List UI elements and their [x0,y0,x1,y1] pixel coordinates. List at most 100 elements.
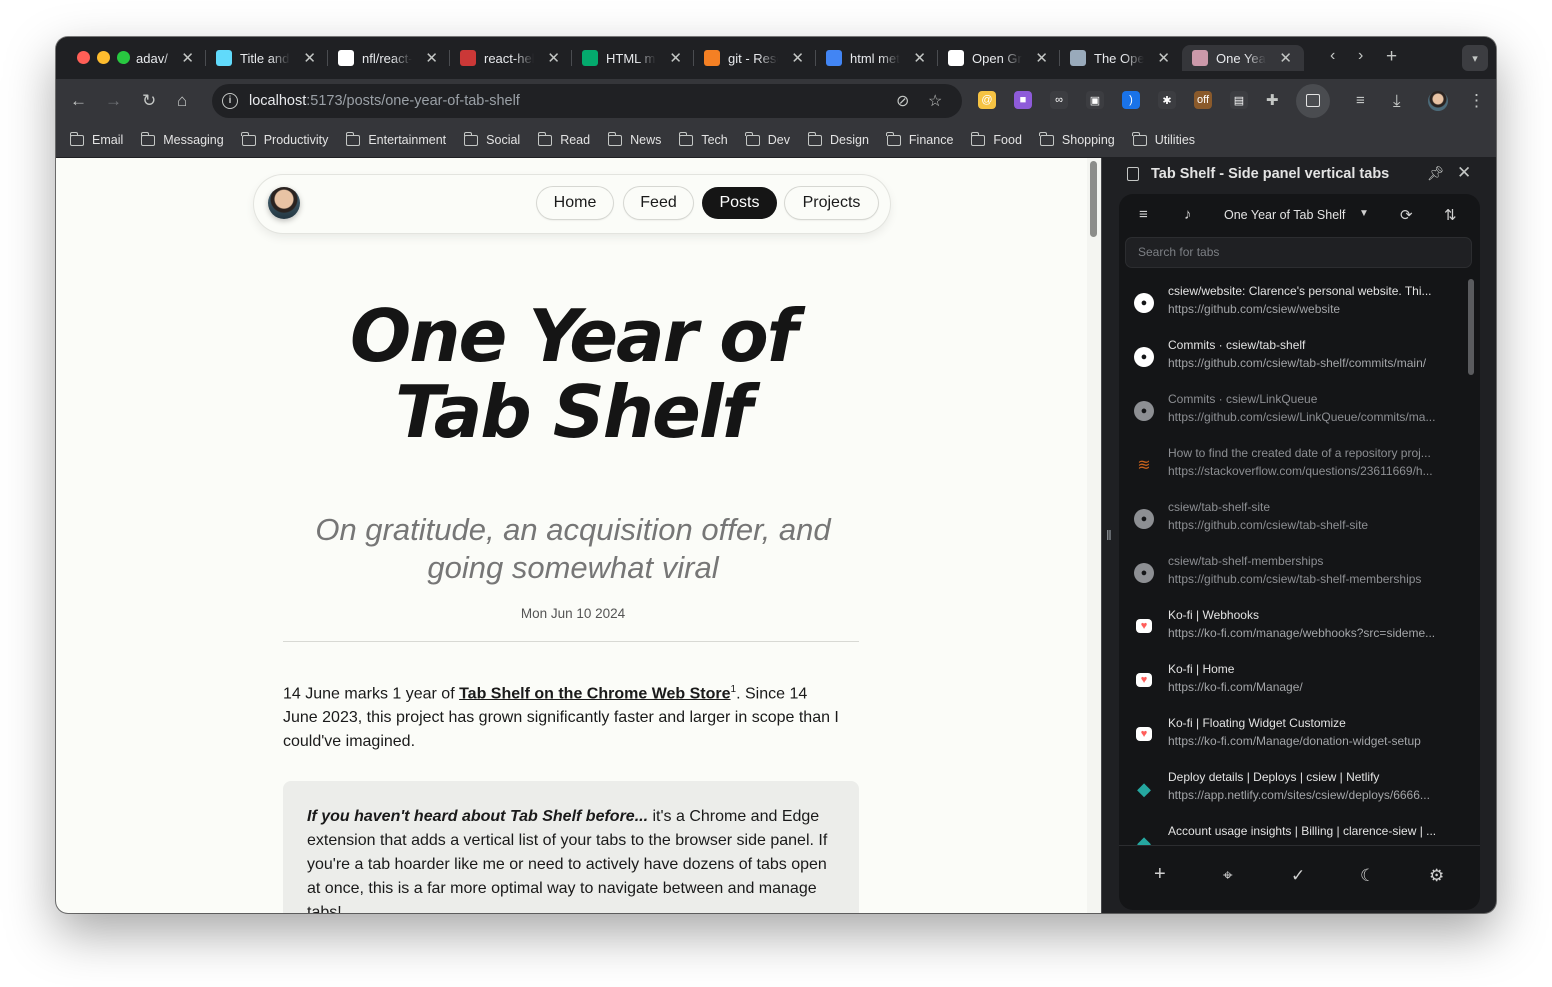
close-tab-icon[interactable]: ✕ [547,49,560,67]
bookmark-folder[interactable]: Tech [678,131,728,147]
bookmark-folder[interactable]: News [607,131,661,147]
chrome-web-store-link[interactable]: Tab Shelf on the Chrome Web Store [459,685,730,702]
pin-icon[interactable]: 📌︎ [1427,165,1445,182]
address-bar[interactable]: i localhost:5173/posts/one-year-of-tab-s… [212,84,962,118]
bookmark-folder[interactable]: Read [537,131,590,147]
cube-extension-icon[interactable]: ■ [1014,91,1032,109]
bulb-extension-icon[interactable]: ✱ [1158,91,1176,109]
nav-feed-button[interactable]: Feed [624,187,693,219]
browser-tab[interactable]: nfl/react- ✕ [328,45,450,71]
bookmark-folder[interactable]: Messaging [140,131,224,147]
new-tab-icon[interactable]: + [1154,863,1166,886]
page-scrollbar-thumb[interactable] [1090,161,1097,237]
close-tab-icon[interactable]: ✕ [1035,49,1048,67]
bookmark-folder[interactable]: Dev [745,131,790,147]
list-item[interactable]: ♥ Ko-fi | Floating Widget Customize https:… [1119,707,1464,761]
close-window-button[interactable] [77,51,90,64]
sort-icon[interactable]: ⇅ [1444,206,1457,224]
tab-search-button[interactable]: ▾ [1462,45,1488,71]
close-tab-icon[interactable]: ✕ [1157,49,1170,67]
location-pin-icon[interactable]: ⌖ [1223,866,1233,886]
list-item[interactable]: ● csiew/tab-shelf-memberships https://gith… [1119,545,1464,599]
list-item[interactable]: ● csiew/tab-shelf-site https://github.com/… [1119,491,1464,545]
extensions-puzzle-icon[interactable]: ✚ [1266,91,1279,111]
resize-grip-icon[interactable]: ‖ [1106,527,1112,543]
close-tab-icon[interactable]: ✕ [669,49,682,67]
close-tab-icon[interactable]: ✕ [425,49,438,67]
browser-tab[interactable]: The Ope ✕ [1060,45,1182,71]
bookmark-folder[interactable]: Design [807,131,869,147]
gear-icon[interactable]: ⚙ [1429,866,1444,886]
nav-projects-button[interactable]: Projects [785,187,878,219]
browser-tab[interactable]: git - Rese ✕ [694,45,816,71]
avatar[interactable] [268,187,300,219]
close-tab-icon[interactable]: ✕ [303,49,316,67]
bookmark-folder[interactable]: Entertainment [345,131,446,147]
scroll-tabs-left-icon[interactable]: ‹ [1330,47,1335,65]
nav-home-button[interactable]: Home [537,187,613,219]
nav-posts-button[interactable]: Posts [702,187,777,219]
list-item[interactable]: ◆ Account usage insights | Billing | clar… [1119,815,1464,845]
tab-list-scrollbar[interactable] [1468,279,1474,375]
browser-tab[interactable]: HTML me ✕ [572,45,694,71]
side-panel-button[interactable] [1296,84,1330,118]
check-circle-icon[interactable]: ✓ [1291,866,1305,886]
at-sign-extension-icon[interactable]: @ [978,91,996,109]
scroll-tabs-right-icon[interactable]: › [1358,47,1363,65]
minimize-window-button[interactable] [97,51,110,64]
close-tab-icon[interactable]: ✕ [1279,49,1292,67]
download-icon[interactable]: ⤓ [1393,91,1401,111]
list-item[interactable]: ◆ Deploy details | Deploys | csiew | Netl… [1119,761,1464,815]
url-text[interactable]: localhost:5173/posts/one-year-of-tab-she… [249,93,520,109]
list-item[interactable]: ● Commits · csiew/LinkQueue https://github… [1119,383,1464,437]
bookmark-folder[interactable]: Email [69,131,123,147]
profile-avatar[interactable] [1428,91,1448,111]
wave-extension-icon[interactable]: ) [1122,91,1140,109]
bookmark-folder[interactable]: Utilities [1132,131,1195,147]
list-item[interactable]: ● Commits · csiew/tab-shelf https://github… [1119,329,1464,383]
moon-icon[interactable]: ☾ [1360,866,1375,886]
bookmark-folder[interactable]: Productivity [241,131,328,147]
site-info-icon[interactable]: i [222,93,238,109]
browser-tab[interactable]: Open Gra ✕ [938,45,1060,71]
back-icon[interactable]: ← [70,91,87,111]
window-selector[interactable]: One Year of Tab Shelf [1224,208,1345,222]
refresh-icon[interactable]: ⟳ [1400,206,1413,224]
reading-list-icon[interactable]: ≡ [1356,91,1365,111]
list-item[interactable]: ♥ Ko-fi | Home https://ko-fi.com/Manage/ [1119,653,1464,707]
bookmark-star-icon[interactable]: ☆ [928,91,942,111]
bookmark-folder[interactable]: Shopping [1039,131,1115,147]
side-panel-title[interactable]: Tab Shelf - Side panel vertical tabs [1151,166,1389,182]
fullscreen-window-button[interactable] [117,51,130,64]
close-tab-icon[interactable]: ✕ [181,49,194,67]
bookmark-folder[interactable]: Food [970,131,1022,147]
bookmark-folder[interactable]: Finance [886,131,953,147]
glasses-extension-icon[interactable]: ∞ [1050,91,1068,109]
tab-shelf-extension-icon[interactable]: ▤ [1230,91,1248,109]
close-icon[interactable]: ✕ [1457,163,1471,183]
audio-icon[interactable]: ♪ [1184,206,1192,223]
off-extension-icon[interactable]: off [1194,91,1212,109]
list-item[interactable]: ≋ How to find the created date of a repos… [1119,437,1464,491]
close-tab-icon[interactable]: ✕ [791,49,804,67]
page-scrollbar[interactable] [1087,158,1101,913]
browser-tab[interactable]: html met ✕ [816,45,938,71]
filter-icon[interactable]: ≡ [1139,206,1148,223]
more-menu-icon[interactable]: ⋮ [1468,91,1485,111]
search-input[interactable]: Search for tabs [1126,238,1471,267]
eye-off-icon[interactable]: ⊘ [896,91,909,111]
chevron-down-icon[interactable]: ▼ [1359,208,1369,219]
forward-icon[interactable]: → [105,91,122,111]
list-item[interactable]: ♥ Ko-fi | Webhooks https://ko-fi.com/manag… [1119,599,1464,653]
reload-icon[interactable]: ↻ [142,91,156,111]
window-extension-icon[interactable]: ▣ [1086,91,1104,109]
browser-tab[interactable]: One Year ✕ [1182,45,1304,71]
home-icon[interactable]: ⌂ [177,91,187,111]
new-tab-icon[interactable]: + [1386,46,1397,68]
browser-tab[interactable]: Title and ✕ [206,45,328,71]
close-tab-icon[interactable]: ✕ [913,49,926,67]
browser-tab[interactable]: react-hel ✕ [450,45,572,71]
browser-tab[interactable]: adav/ ✕ [136,45,206,71]
list-item[interactable]: ● csiew/website: Clarence's personal webs… [1119,275,1464,329]
bookmark-folder[interactable]: Social [463,131,520,147]
